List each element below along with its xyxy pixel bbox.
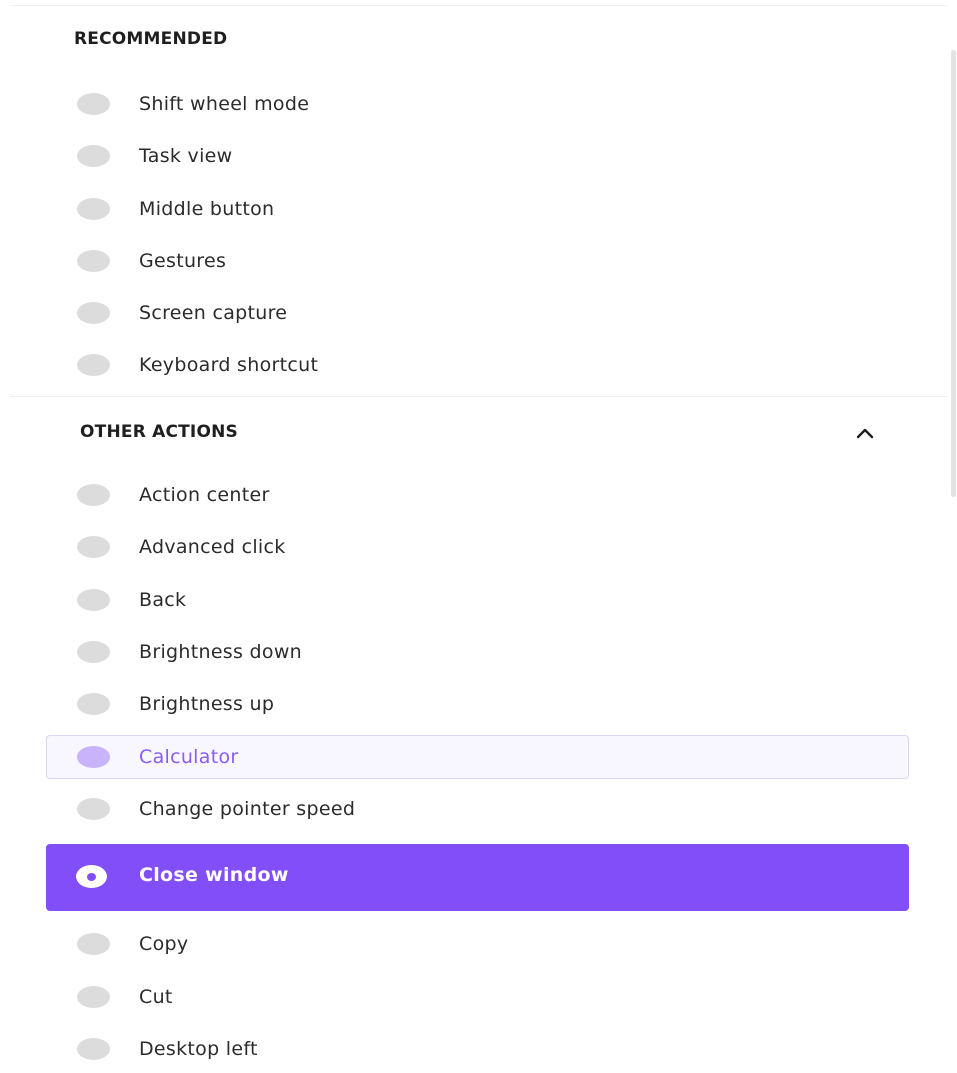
action-item-task-view[interactable]: Task view xyxy=(46,134,909,178)
radio-button[interactable] xyxy=(77,798,110,820)
radio-button[interactable] xyxy=(77,484,110,506)
action-item-copy[interactable]: Copy xyxy=(46,922,909,966)
action-item-label: Brightness up xyxy=(139,693,275,715)
action-item-calculator[interactable]: Calculator xyxy=(46,735,909,779)
action-item-back[interactable]: Back xyxy=(46,578,909,622)
action-item-label: Desktop left xyxy=(139,1038,258,1060)
action-item-desktop-left[interactable]: Desktop left xyxy=(46,1027,909,1071)
radio-button-selected[interactable] xyxy=(76,865,107,888)
action-item-label: Advanced click xyxy=(139,536,286,558)
action-item-change-pointer-speed[interactable]: Change pointer speed xyxy=(46,787,909,831)
action-item-screen-capture[interactable]: Screen capture xyxy=(46,291,909,335)
chevron-up-icon[interactable] xyxy=(850,420,880,446)
action-item-brightness-down[interactable]: Brightness down xyxy=(46,630,909,674)
action-item-gestures[interactable]: Gestures xyxy=(46,239,909,283)
action-list-panel: RECOMMENDED Shift wheel mode Task view M… xyxy=(0,0,948,1073)
action-item-brightness-up[interactable]: Brightness up xyxy=(46,682,909,726)
radio-button[interactable] xyxy=(77,693,110,715)
radio-button[interactable] xyxy=(77,986,110,1008)
action-item-label: Action center xyxy=(139,484,270,506)
action-item-middle-button[interactable]: Middle button xyxy=(46,187,909,231)
top-divider xyxy=(10,5,948,6)
action-item-label: Shift wheel mode xyxy=(139,93,310,115)
action-item-action-center[interactable]: Action center xyxy=(46,473,909,517)
radio-button[interactable] xyxy=(77,746,110,768)
action-item-label: Back xyxy=(139,589,187,611)
action-item-cut[interactable]: Cut xyxy=(46,975,909,1019)
radio-button[interactable] xyxy=(77,641,110,663)
action-item-keyboard-shortcut[interactable]: Keyboard shortcut xyxy=(46,343,909,387)
action-item-advanced-click[interactable]: Advanced click xyxy=(46,525,909,569)
scrollbar-thumb[interactable] xyxy=(951,50,956,497)
action-item-label: Close window xyxy=(139,864,289,886)
radio-button[interactable] xyxy=(77,198,110,220)
action-item-shift-wheel-mode[interactable]: Shift wheel mode xyxy=(46,82,909,126)
action-item-label: Copy xyxy=(139,933,189,955)
radio-button[interactable] xyxy=(77,93,110,115)
radio-button[interactable] xyxy=(77,250,110,272)
radio-button[interactable] xyxy=(77,354,110,376)
action-item-label: Task view xyxy=(139,145,233,167)
action-item-label: Change pointer speed xyxy=(139,798,356,820)
section-title-recommended: RECOMMENDED xyxy=(74,29,228,49)
action-item-label: Cut xyxy=(139,986,173,1008)
action-item-label: Brightness down xyxy=(139,641,303,663)
action-item-label: Keyboard shortcut xyxy=(139,354,319,376)
action-item-label: Screen capture xyxy=(139,302,288,324)
radio-button[interactable] xyxy=(77,589,110,611)
action-item-close-window[interactable]: Close window xyxy=(46,844,909,911)
action-item-label: Calculator xyxy=(139,746,239,768)
radio-button[interactable] xyxy=(77,302,110,324)
action-item-label: Gestures xyxy=(139,250,227,272)
radio-button[interactable] xyxy=(77,536,110,558)
action-item-label: Middle button xyxy=(139,198,275,220)
radio-button[interactable] xyxy=(77,145,110,167)
section-title-other-actions: OTHER ACTIONS xyxy=(80,422,238,442)
radio-button[interactable] xyxy=(77,933,110,955)
radio-button[interactable] xyxy=(77,1038,110,1060)
section-divider xyxy=(10,396,948,397)
